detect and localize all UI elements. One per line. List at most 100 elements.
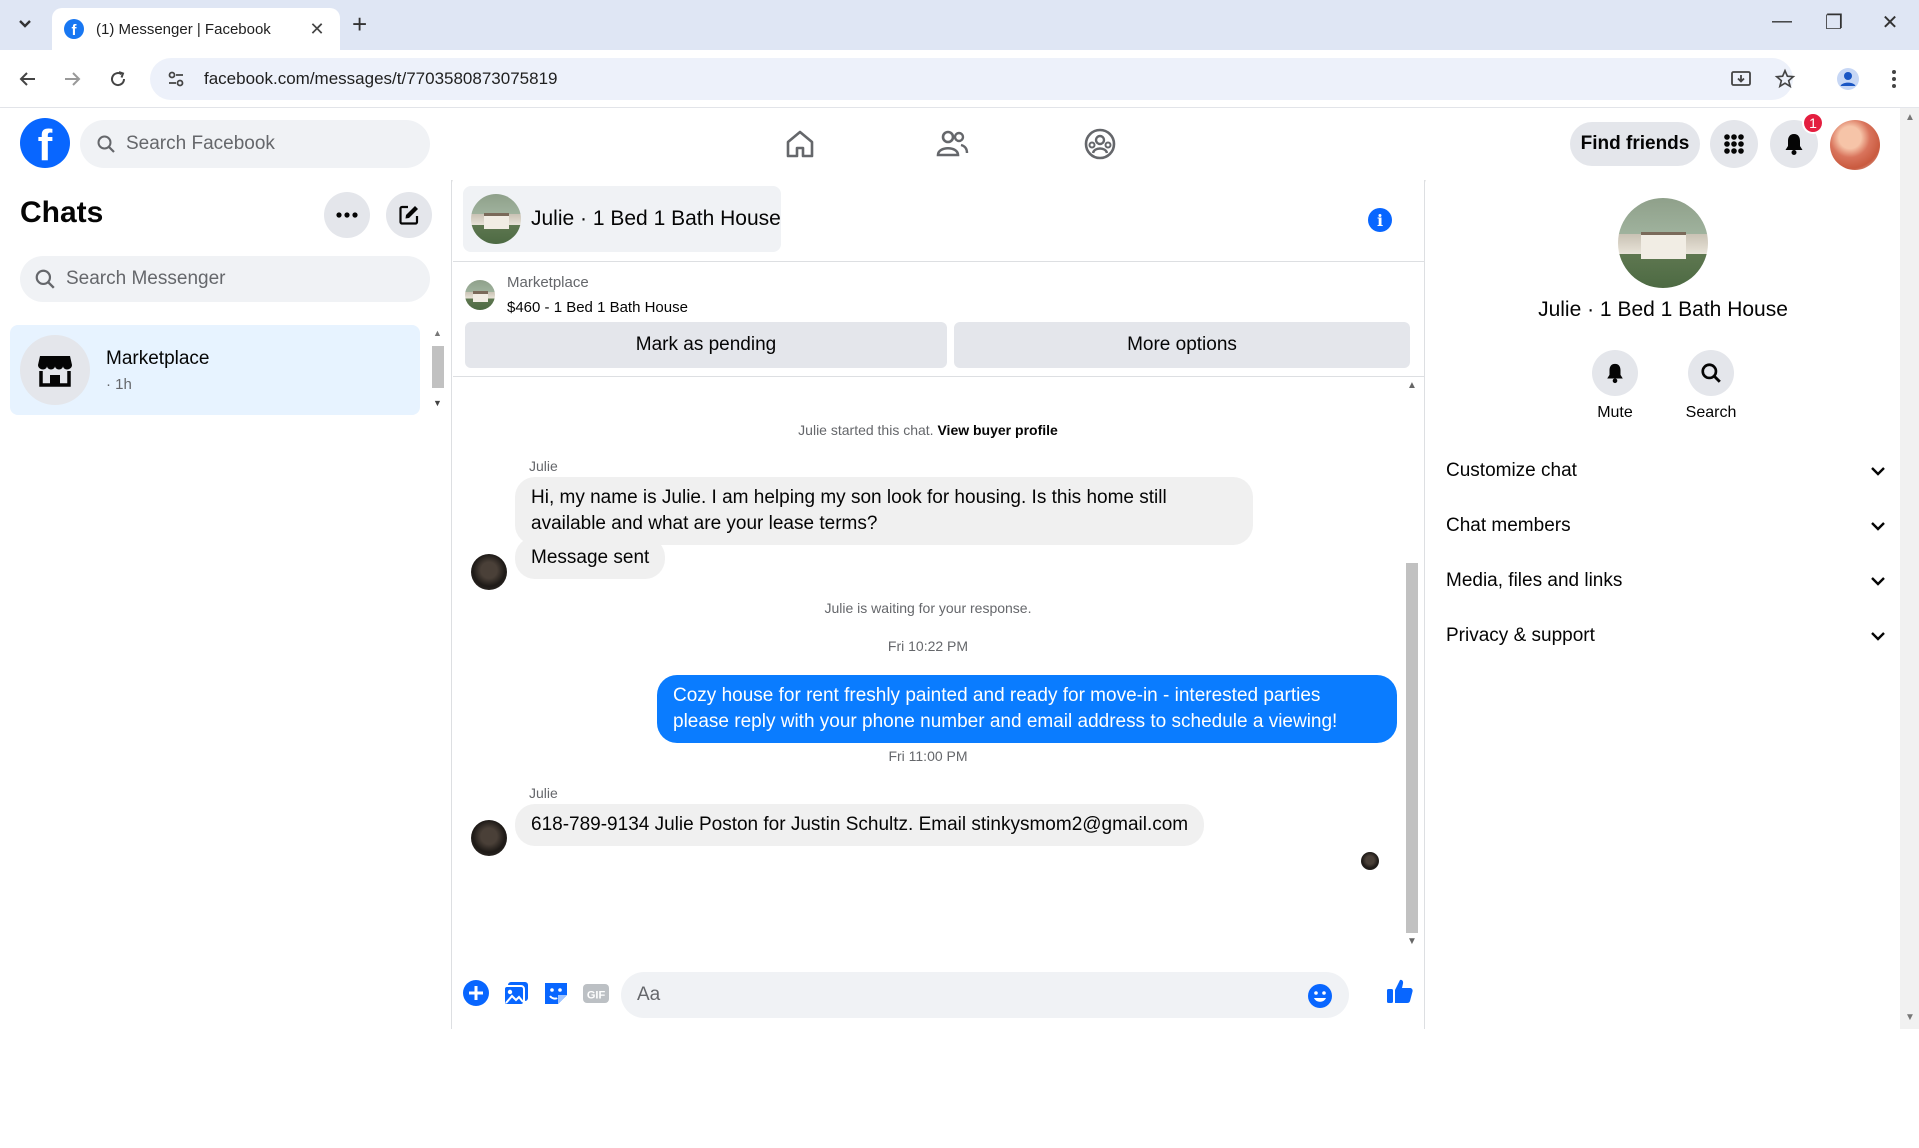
arrow-right-icon <box>65 72 81 86</box>
chat-started-notice: Julie started this chat. View buyer prof… <box>453 422 1403 438</box>
message-composer[interactable] <box>621 972 1349 1018</box>
mute-button[interactable]: Mute <box>1570 350 1660 422</box>
back-button[interactable] <box>12 63 44 95</box>
new-message-button[interactable] <box>386 192 432 238</box>
listing-avatar <box>471 194 521 244</box>
timestamp: Fri 11:00 PM <box>888 748 968 764</box>
notification-badge: 1 <box>1802 112 1824 134</box>
sender-avatar[interactable] <box>471 554 507 590</box>
chat-list-scrollbar[interactable]: ▲ ▼ <box>430 328 446 410</box>
incoming-message[interactable]: Hi, my name is Julie. I am helping my so… <box>515 477 1253 545</box>
scroll-down-arrow-icon[interactable]: ▼ <box>1905 1012 1915 1023</box>
restore-button[interactable]: ❐ <box>1814 10 1854 35</box>
kebab-menu-icon <box>1892 70 1896 88</box>
profile-avatar[interactable] <box>1618 198 1708 288</box>
chat-options-button[interactable] <box>324 192 370 238</box>
scroll-down-arrow-icon[interactable]: ▼ <box>433 398 442 408</box>
tab-search-button[interactable] <box>12 9 38 39</box>
gif-icon[interactable]: GIF <box>581 978 611 1008</box>
search-in-conversation-button[interactable]: Search <box>1666 350 1756 422</box>
facebook-favicon-icon: f <box>64 19 84 39</box>
facebook-header: f Find friends 1 <box>0 108 1900 180</box>
info-icon[interactable]: i <box>1368 208 1392 232</box>
chat-started-text: Julie started this chat. <box>798 422 934 438</box>
compose-icon <box>399 205 419 225</box>
scroll-down-arrow-icon[interactable]: ▼ <box>1407 936 1417 947</box>
plus-circle-icon[interactable] <box>461 978 491 1008</box>
minimize-button[interactable]: — <box>1762 10 1802 33</box>
site-info-icon[interactable] <box>166 69 186 89</box>
reload-button[interactable] <box>102 63 134 95</box>
window-close-button[interactable]: ✕ <box>1870 10 1910 35</box>
scroll-up-arrow-icon[interactable]: ▲ <box>1905 112 1915 123</box>
conversation-pane: Julie · 1 Bed 1 Bath House i Marketplace… <box>453 180 1425 1029</box>
privacy-support-section[interactable]: Privacy & support <box>1446 616 1886 656</box>
composer-bar: GIF <box>453 962 1425 1028</box>
install-app-icon[interactable] <box>1730 68 1752 90</box>
bookmark-star-icon[interactable] <box>1774 68 1796 90</box>
chevron-down-icon <box>1871 577 1885 586</box>
chat-name: Marketplace <box>106 347 210 369</box>
chat-list-item[interactable]: Marketplace · 1h <box>10 325 420 415</box>
bell-icon <box>1607 363 1623 384</box>
chat-members-section[interactable]: Chat members <box>1446 506 1886 546</box>
profile-name: Julie · 1 Bed 1 Bath House <box>1538 298 1788 321</box>
customize-chat-section[interactable]: Customize chat <box>1446 451 1886 491</box>
forward-button[interactable] <box>56 63 88 95</box>
photo-icon[interactable] <box>501 978 531 1008</box>
friends-icon[interactable] <box>934 126 970 162</box>
home-icon[interactable] <box>782 126 818 162</box>
emoji-icon[interactable] <box>1307 983 1333 1009</box>
account-avatar[interactable] <box>1830 120 1880 170</box>
incoming-message[interactable]: 618-789-9134 Julie Poston for Justin Sch… <box>515 804 1205 846</box>
chevron-down-icon <box>1871 522 1885 531</box>
chevron-down-icon <box>19 20 31 28</box>
section-label: Media, files and links <box>1446 570 1623 591</box>
facebook-search-input[interactable] <box>126 133 416 155</box>
scroll-up-arrow-icon[interactable]: ▲ <box>1407 380 1417 391</box>
media-files-links-section[interactable]: Media, files and links <box>1446 561 1886 601</box>
search-icon <box>35 269 55 289</box>
more-options-button[interactable]: More options <box>954 322 1410 368</box>
scroll-thumb[interactable] <box>1406 563 1418 933</box>
message-input[interactable] <box>637 984 1277 1006</box>
sender-name: Julie <box>529 785 558 801</box>
person-icon <box>1837 68 1859 90</box>
view-buyer-profile-link[interactable]: View buyer profile <box>937 422 1057 438</box>
messenger-search[interactable] <box>20 256 430 302</box>
new-tab-button[interactable]: + <box>352 11 367 37</box>
listing-summary[interactable]: Marketplace $460 - 1 Bed 1 Bath House <box>465 274 688 316</box>
search-icon <box>1701 363 1721 383</box>
tab-close-icon[interactable]: ✕ <box>306 19 328 40</box>
more-dots-icon <box>336 212 358 218</box>
browser-tab-messenger[interactable]: f (1) Messenger | Facebook ✕ <box>52 8 340 50</box>
address-bar[interactable]: facebook.com/messages/t/7703580873075819 <box>150 58 1796 100</box>
outgoing-message[interactable]: Cozy house for rent freshly painted and … <box>657 675 1397 743</box>
timestamp: Fri 10:22 PM <box>887 638 969 654</box>
messenger-search-input[interactable] <box>66 268 406 290</box>
groups-icon[interactable] <box>1082 126 1118 162</box>
mute-label: Mute <box>1597 404 1633 421</box>
thread-scrollbar[interactable]: ▲ ▼ <box>1403 378 1421 948</box>
scroll-thumb[interactable] <box>432 346 444 388</box>
scroll-up-arrow-icon[interactable]: ▲ <box>433 328 442 338</box>
conversation-header-button[interactable]: Julie · 1 Bed 1 Bath House <box>463 186 781 252</box>
divider <box>453 261 1425 262</box>
browser-menu-button[interactable] <box>1878 63 1910 95</box>
thumbs-up-icon[interactable] <box>1385 976 1415 1006</box>
section-label: Customize chat <box>1446 460 1577 481</box>
svg-text:GIF: GIF <box>587 990 606 1002</box>
facebook-logo-icon[interactable]: f <box>20 118 70 168</box>
conversation-info-panel: Julie · 1 Bed 1 Bath House Mute Search C… <box>1426 180 1900 1029</box>
facebook-search[interactable] <box>80 120 430 168</box>
menu-button[interactable] <box>1710 120 1758 168</box>
sender-avatar[interactable] <box>471 820 507 856</box>
profile-button[interactable] <box>1832 63 1864 95</box>
seen-receipt-avatar <box>1361 852 1379 870</box>
find-friends-button[interactable]: Find friends <box>1570 122 1700 166</box>
incoming-message[interactable]: Message sent <box>515 537 666 579</box>
page-scrollbar[interactable]: ▲ ▼ <box>1900 108 1919 1029</box>
section-label: Chat members <box>1446 515 1571 536</box>
sticker-icon[interactable] <box>541 978 571 1008</box>
mark-as-pending-button[interactable]: Mark as pending <box>465 322 947 368</box>
